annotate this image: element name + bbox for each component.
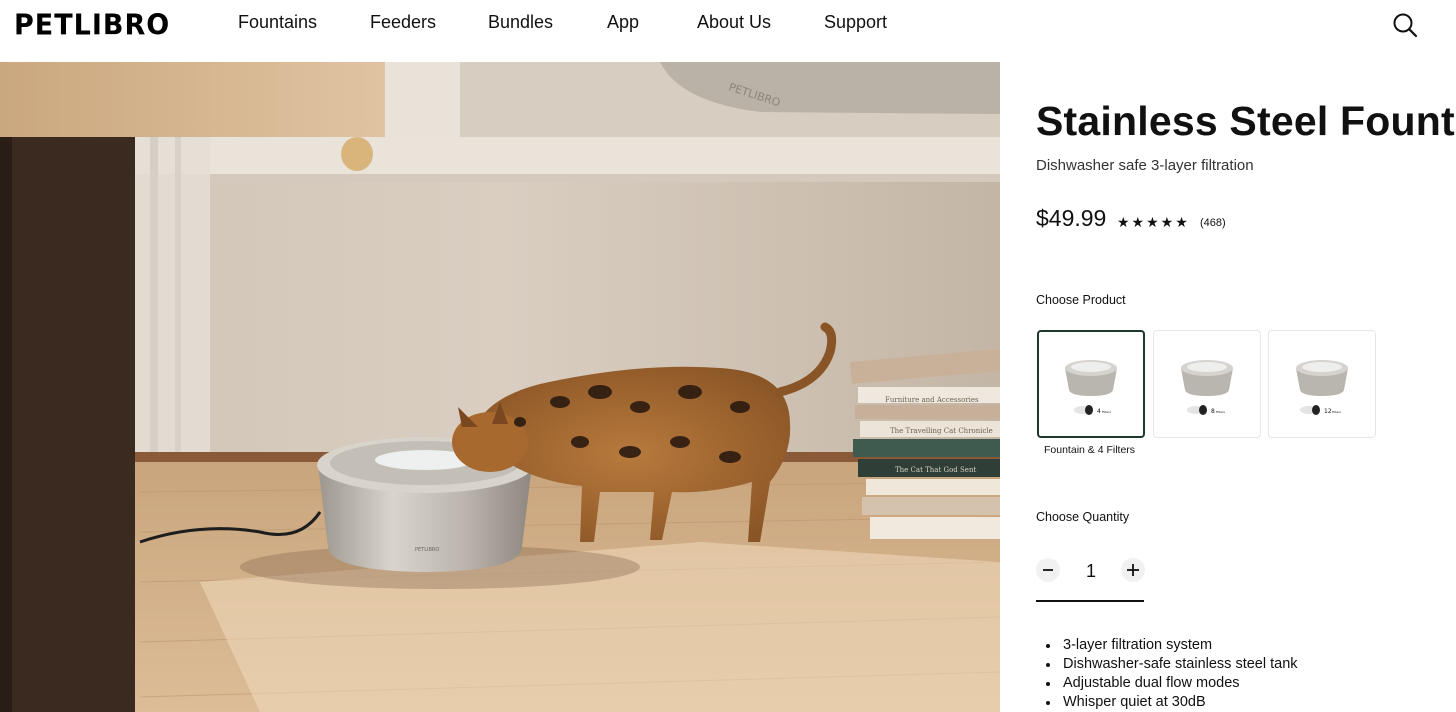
filter-count-label: 4 <box>1097 408 1101 415</box>
product-title: Stainless Steel Fountain <box>1036 98 1456 144</box>
search-icon[interactable] <box>1392 12 1418 38</box>
fountain-thumbnail: 12 Filters <box>1296 360 1348 415</box>
nav-bundles[interactable]: Bundles <box>488 12 553 33</box>
nav-about-us[interactable]: About Us <box>697 12 771 33</box>
product-option-8-filters[interactable]: 8 Filters <box>1153 330 1261 438</box>
product-subtitle: Dishwasher safe 3-layer filtration <box>1036 157 1254 174</box>
site-header: PETLIBRO Fountains Feeders Bundles App A… <box>0 0 1456 62</box>
feature-item: Whisper quiet at 30dB <box>1046 693 1298 712</box>
quantity-decrease-button[interactable] <box>1036 558 1060 582</box>
choose-product-label: Choose Product <box>1036 293 1126 307</box>
fountain-thumbnail: 4 Filters <box>1065 360 1117 415</box>
feature-item: Dishwasher-safe stainless steel tank <box>1046 655 1298 674</box>
minus-icon <box>1043 569 1053 571</box>
svg-text:The Cat That God Sent: The Cat That God Sent <box>895 466 976 474</box>
quantity-increase-button[interactable] <box>1121 558 1145 582</box>
product-option-12-filters[interactable]: 12 Filters <box>1268 330 1376 438</box>
filter-count-label: 12 <box>1324 408 1332 415</box>
feature-item: Adjustable dual flow modes <box>1046 674 1298 693</box>
review-count[interactable]: (468) <box>1200 217 1226 229</box>
selected-option-caption: Fountain & 4 Filters <box>1044 444 1136 456</box>
filter-unit-label: Filters <box>1332 410 1341 414</box>
filter-count-label: 8 <box>1211 408 1215 415</box>
nav-fountains[interactable]: Fountains <box>238 12 317 33</box>
rating-stars[interactable]: ★★★★★ <box>1117 214 1190 231</box>
feature-item: 3-layer filtration system <box>1046 636 1298 655</box>
quantity-value[interactable]: 1 <box>1084 561 1098 582</box>
brand-logo[interactable]: PETLIBRO <box>14 9 170 42</box>
plus-icon <box>1127 564 1139 576</box>
product-option-4-filters[interactable]: 4 Filters <box>1037 330 1145 438</box>
filter-unit-label: Filters <box>1216 410 1225 414</box>
product-details-panel: Stainless Steel Fountain Dishwasher safe… <box>1000 62 1456 712</box>
svg-text:The Travelling Cat Chronicle: The Travelling Cat Chronicle <box>890 427 993 435</box>
product-price: $49.99 <box>1036 205 1107 231</box>
fountain-thumbnail: 8 Filters <box>1181 360 1233 415</box>
feature-list: 3-layer filtration system Dishwasher-saf… <box>1046 636 1298 712</box>
svg-text:PETLIBRO: PETLIBRO <box>415 547 439 553</box>
filter-unit-label: Filters <box>1102 410 1111 414</box>
quantity-underline <box>1036 600 1144 602</box>
nav-support[interactable]: Support <box>824 12 887 33</box>
choose-quantity-label: Choose Quantity <box>1036 510 1130 524</box>
product-hero-image: PETLIBRO Furniture and Accessories The T… <box>0 62 1000 712</box>
nav-app[interactable]: App <box>607 12 639 33</box>
nav-feeders[interactable]: Feeders <box>370 12 436 33</box>
svg-text:Furniture and Accessories: Furniture and Accessories <box>885 396 979 404</box>
